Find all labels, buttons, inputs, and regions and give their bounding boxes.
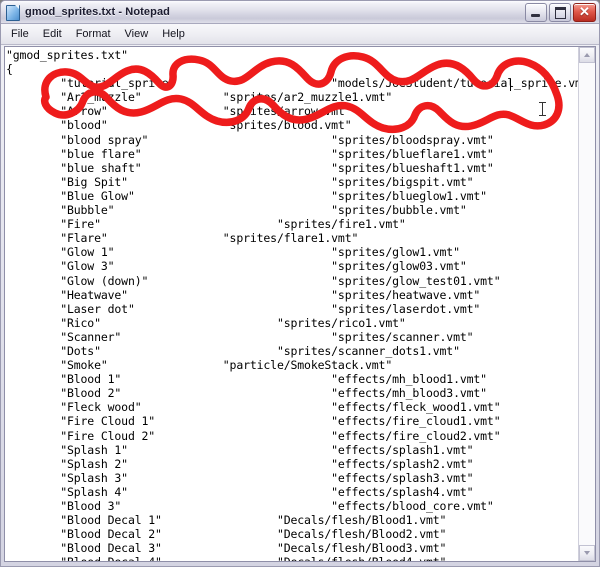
menu-item-help[interactable]: Help — [155, 26, 192, 42]
menu-item-format[interactable]: Format — [69, 26, 118, 42]
close-button[interactable]: ✕ — [573, 3, 596, 22]
close-icon: ✕ — [579, 4, 590, 19]
scrollbar-track[interactable] — [579, 63, 595, 545]
maximize-button[interactable] — [549, 3, 571, 22]
menu-bar: File Edit Format View Help — [1, 24, 599, 45]
editor-client-area: "gmod_sprites.txt" { "tutorial_sprite" "… — [4, 46, 596, 562]
menu-item-view[interactable]: View — [118, 26, 156, 42]
scroll-down-arrow-icon[interactable] — [579, 545, 595, 561]
window-title: gmod_sprites.txt - Notepad — [25, 6, 171, 18]
notepad-window: gmod_sprites.txt - Notepad ✕ File Edit F… — [0, 0, 600, 567]
menu-item-edit[interactable]: Edit — [36, 26, 69, 42]
text-caret — [510, 79, 511, 91]
window-controls: ✕ — [525, 3, 596, 22]
vertical-scrollbar[interactable] — [578, 47, 595, 561]
scroll-up-arrow-icon[interactable] — [579, 47, 595, 63]
document-text[interactable]: "gmod_sprites.txt" { "tutorial_sprite" "… — [6, 48, 578, 561]
text-editor[interactable]: "gmod_sprites.txt" { "tutorial_sprite" "… — [5, 47, 578, 561]
minimize-button[interactable] — [525, 3, 547, 22]
title-bar[interactable]: gmod_sprites.txt - Notepad ✕ — [1, 1, 599, 24]
notepad-document-icon — [5, 4, 20, 21]
menu-item-file[interactable]: File — [4, 26, 36, 42]
